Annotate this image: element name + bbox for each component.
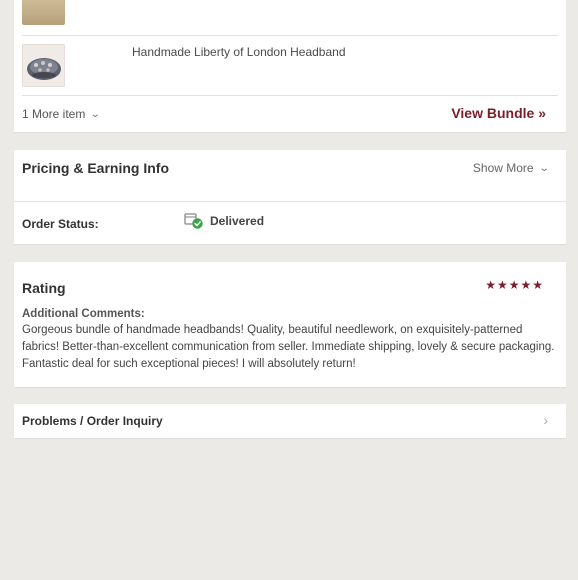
rating-title: Rating xyxy=(22,280,66,296)
bundle-items-card: Handmade Liberty of London Headband 1 Mo… xyxy=(14,0,566,132)
list-item[interactable]: Handmade Liberty of London Headband xyxy=(22,36,558,96)
pricing-title: Pricing & Earning Info xyxy=(22,160,170,176)
show-more-button[interactable]: Show More ⌄ xyxy=(472,161,550,175)
problems-inquiry-row[interactable]: Problems / Order Inquiry › xyxy=(14,404,566,438)
chevron-right-icon: › xyxy=(543,412,548,428)
headband-image xyxy=(23,45,64,86)
order-status-text: Delivered xyxy=(210,214,265,228)
rating-card: Rating ★★★★★ Additional Comments: Gorgeo… xyxy=(14,262,566,387)
chevron-down-icon: ⌄ xyxy=(90,108,102,120)
more-items-label: 1 More item xyxy=(22,107,86,121)
comments-text: Gorgeous bundle of handmade headbands! Q… xyxy=(22,324,555,370)
view-bundle-link[interactable]: View Bundle » xyxy=(451,105,546,121)
rating-stars: ★★★★★ xyxy=(485,278,544,292)
pricing-card: Pricing & Earning Info Show More ⌄ Order… xyxy=(14,150,566,244)
more-items-row: 1 More item ⌄ View Bundle » xyxy=(22,104,558,124)
delivered-package-icon xyxy=(184,213,203,229)
chevron-down-icon: ⌄ xyxy=(538,162,550,174)
pricing-header[interactable]: Pricing & Earning Info Show More ⌄ xyxy=(14,150,566,202)
problems-label: Problems / Order Inquiry xyxy=(22,414,163,428)
item-thumbnail[interactable] xyxy=(22,0,65,25)
item-title[interactable]: Handmade Liberty of London Headband xyxy=(132,45,346,59)
headband-thumbnail[interactable] xyxy=(22,44,65,87)
list-item[interactable] xyxy=(22,0,558,36)
comments-label: Additional Comments: xyxy=(22,308,145,320)
more-items-toggle[interactable]: 1 More item ⌄ xyxy=(22,107,102,121)
order-status-value: Delivered xyxy=(184,212,264,230)
order-status-label: Order Status: xyxy=(22,217,99,231)
show-more-label: Show More xyxy=(472,161,534,175)
